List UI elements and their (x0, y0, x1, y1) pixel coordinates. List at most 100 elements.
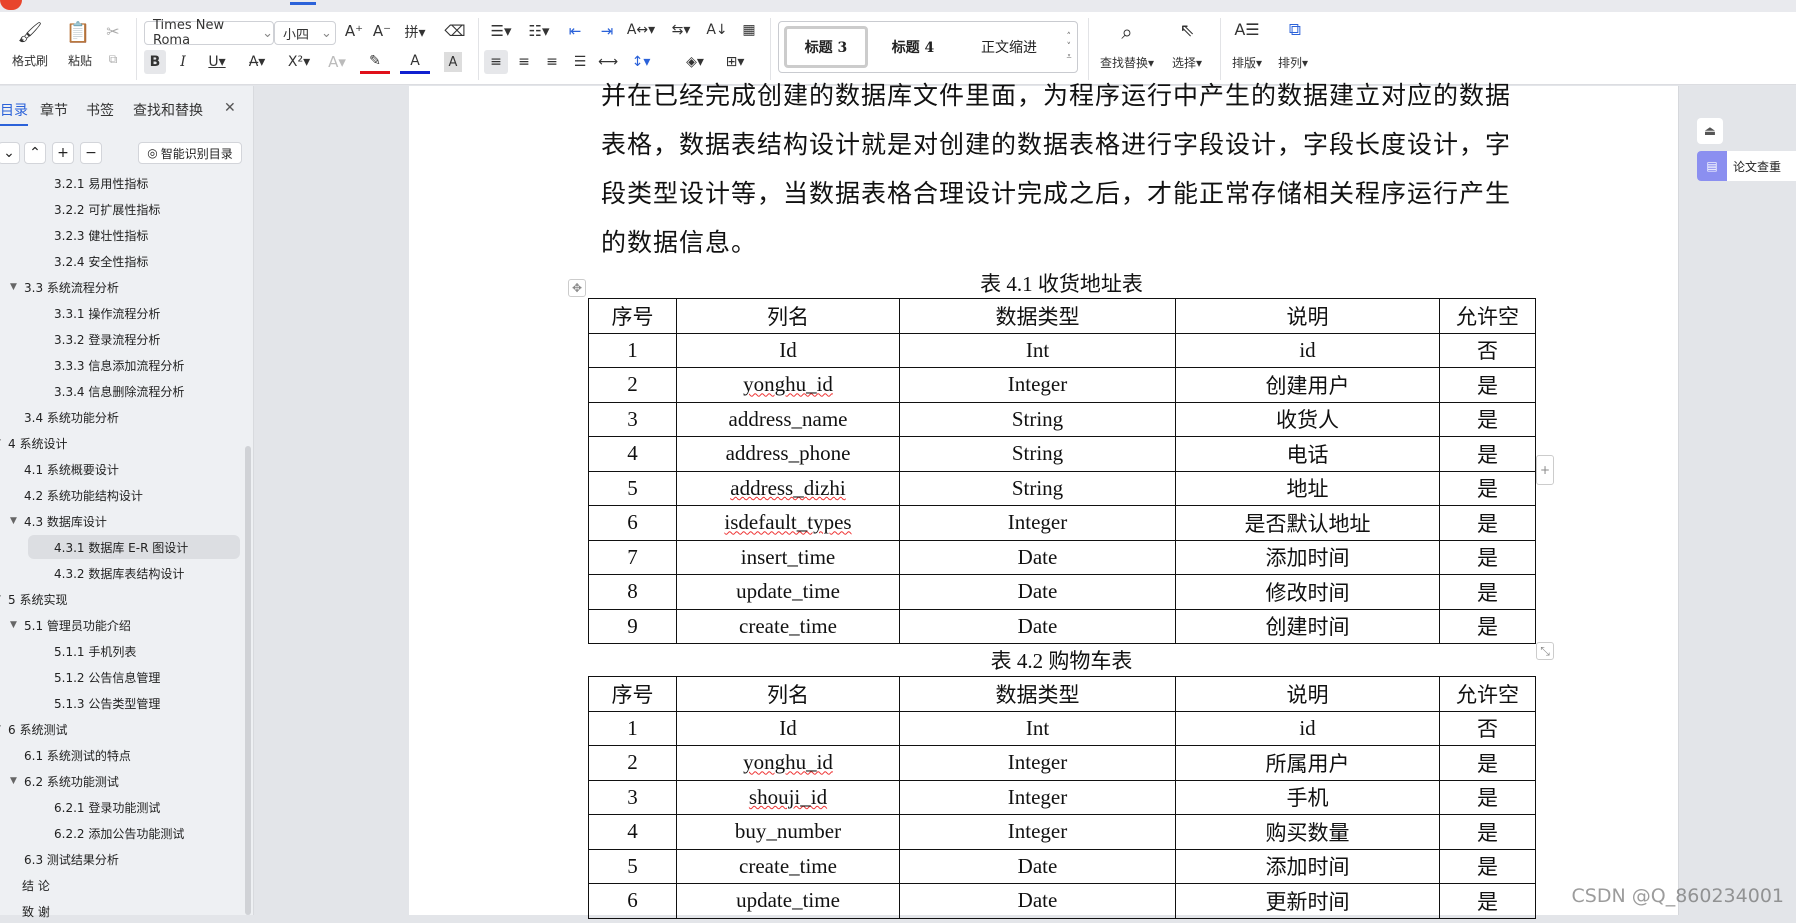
table-header-cell[interactable]: 说明 (1175, 676, 1440, 712)
expand-triangle-icon[interactable]: ▼ (0, 724, 8, 734)
bullet-list-icon[interactable]: ☰▾ (486, 22, 516, 40)
justify-icon[interactable]: ☰ (568, 50, 592, 74)
table-cell[interactable]: 3 (588, 779, 677, 815)
table-cell[interactable]: 更新时间 (1175, 883, 1440, 919)
pinyin-icon[interactable]: 拼▾ (400, 22, 430, 42)
table-cell[interactable]: 否 (1439, 710, 1536, 746)
table-cell[interactable]: 9 (588, 608, 677, 644)
sort-icon[interactable]: A↓ (706, 22, 728, 38)
table-cell[interactable]: 是 (1439, 848, 1536, 884)
clear-format-icon[interactable]: ⌫ (444, 22, 466, 40)
table-cell[interactable]: insert_time (676, 539, 900, 575)
table-cell[interactable]: create_time (676, 608, 900, 644)
highlight-color-icon[interactable]: ✎ (360, 50, 390, 74)
table-header-cell[interactable]: 序号 (588, 676, 677, 712)
table-cell[interactable]: 是否默认地址 (1175, 505, 1440, 541)
table-cell[interactable]: isdefault_types (676, 505, 900, 541)
table-cell[interactable]: Date (899, 848, 1176, 884)
collapse-icon[interactable]: ⌄ (0, 142, 20, 164)
bold-button[interactable]: B (144, 50, 166, 74)
add-column-icon[interactable]: + (1536, 455, 1554, 485)
layout-button[interactable]: 排版 ▾ (1226, 54, 1268, 71)
underline-button[interactable]: U ▾ (202, 50, 232, 74)
numbered-list-icon[interactable]: ☷▾ (524, 22, 554, 40)
table-cell[interactable]: 是 (1439, 436, 1536, 472)
toc-item[interactable]: 3.2.2 可扩展性指标 (54, 197, 160, 221)
align-right-icon[interactable]: ≡ (540, 50, 564, 74)
text-effect-icon[interactable]: A▾ (322, 50, 352, 74)
toc-item[interactable]: 5.1.1 手机列表 (54, 639, 136, 663)
toc-item[interactable]: 3.3.2 登录流程分析 (54, 327, 160, 351)
table-cell[interactable]: update_time (676, 574, 900, 610)
table-header-cell[interactable]: 列名 (676, 298, 900, 334)
table-cell[interactable]: 是 (1439, 505, 1536, 541)
table-cell[interactable]: 是 (1439, 470, 1536, 506)
toc-item[interactable]: 6.2.2 添加公告功能测试 (54, 821, 184, 845)
table-cell[interactable]: 是 (1439, 539, 1536, 575)
distribute-icon[interactable]: ⟷ (596, 50, 620, 74)
table-header-cell[interactable]: 列名 (676, 676, 900, 712)
table-cell[interactable]: 4 (588, 436, 677, 472)
find-replace-button[interactable]: 查找替换 ▾ (1096, 54, 1158, 71)
table-cell[interactable]: 是 (1439, 574, 1536, 610)
style-body-indent[interactable]: 正文缩进 (959, 26, 1059, 68)
paste-button[interactable]: 粘贴 (58, 52, 102, 69)
copy-icon[interactable]: ⧉ (102, 52, 124, 67)
expand-up-icon[interactable]: ⌃ (24, 142, 46, 164)
decrease-indent-icon[interactable]: ⇤ (564, 22, 586, 40)
table-cell[interactable]: 是 (1439, 367, 1536, 403)
table-cell[interactable]: yonghu_id (676, 745, 900, 781)
tab-toc[interactable]: 目录 (0, 100, 28, 126)
table-cell[interactable]: 是 (1439, 608, 1536, 644)
table-cell[interactable]: 修改时间 (1175, 574, 1440, 610)
increase-indent-icon[interactable]: ⇥ (596, 22, 618, 40)
expand-triangle-icon[interactable]: ▼ (0, 438, 8, 448)
table-cell[interactable]: 5 (588, 470, 677, 506)
table-cell[interactable]: 1 (588, 710, 677, 746)
shrink-font-icon[interactable]: A⁻ (372, 22, 392, 40)
toc-item[interactable]: ▼ 3.3 系统流程分析 (10, 275, 119, 299)
table-cell[interactable]: 是 (1439, 779, 1536, 815)
table-cell[interactable]: 是 (1439, 745, 1536, 781)
table-cell[interactable]: Date (899, 883, 1176, 919)
table-cell[interactable]: Integer (899, 505, 1176, 541)
font-size-select[interactable]: 小四 ⌄ (274, 21, 336, 45)
toc-item[interactable]: 3.4 系统功能分析 (24, 405, 119, 429)
toc-item[interactable]: 4.3.2 数据库表结构设计 (54, 561, 184, 585)
table-cell[interactable]: Date (899, 608, 1176, 644)
table-cell[interactable]: address_phone (676, 436, 900, 472)
table-cell[interactable]: 收货人 (1175, 401, 1440, 437)
toc-item[interactable]: ▼ 4.3 数据库设计 (10, 509, 107, 533)
toc-item[interactable]: 3.3.1 操作流程分析 (54, 301, 160, 325)
grow-font-icon[interactable]: A⁺ (344, 22, 364, 40)
toc-item[interactable]: 6.2.1 登录功能测试 (54, 795, 160, 819)
expand-triangle-icon[interactable]: ▼ (10, 776, 24, 786)
table-cell[interactable]: 创建时间 (1175, 608, 1440, 644)
expand-triangle-icon[interactable]: ▼ (0, 594, 8, 604)
toc-item[interactable]: 5.1.3 公告类型管理 (54, 691, 160, 715)
toc-item[interactable]: 3.2.1 易用性指标 (54, 171, 148, 195)
table-cell[interactable]: 2 (588, 367, 677, 403)
cursor-select-icon[interactable]: ⇖ (1172, 20, 1202, 41)
table-cell[interactable]: Integer (899, 745, 1176, 781)
table-cell[interactable]: 否 (1439, 332, 1536, 368)
table-cell[interactable]: String (899, 401, 1176, 437)
table-cell[interactable]: String (899, 470, 1176, 506)
style-heading-4[interactable]: 标题 4 (871, 26, 955, 68)
style-heading-3[interactable]: 标题 3 (784, 26, 868, 68)
table-cell[interactable]: 地址 (1175, 470, 1440, 506)
table-cell[interactable]: address_dizhi (676, 470, 900, 506)
table-cell[interactable]: shouji_id (676, 779, 900, 815)
cut-icon[interactable]: ✂ (102, 22, 124, 41)
layout-icon[interactable]: A☰ (1232, 20, 1262, 39)
tab-chapters[interactable]: 章节 (40, 100, 68, 120)
table-cell[interactable]: 7 (588, 539, 677, 575)
paste-icon[interactable]: 📋 (62, 20, 94, 44)
table-resize-icon[interactable]: ⤡ (1536, 642, 1554, 660)
shading-icon[interactable]: ◈▾ (680, 50, 710, 74)
toc-item[interactable]: 结 论 (22, 873, 50, 897)
table-cell[interactable]: buy_number (676, 814, 900, 850)
toc-item[interactable]: 3.2.3 健壮性指标 (54, 223, 148, 247)
table-header-cell[interactable]: 数据类型 (899, 676, 1176, 712)
table-cell[interactable]: 添加时间 (1175, 539, 1440, 575)
